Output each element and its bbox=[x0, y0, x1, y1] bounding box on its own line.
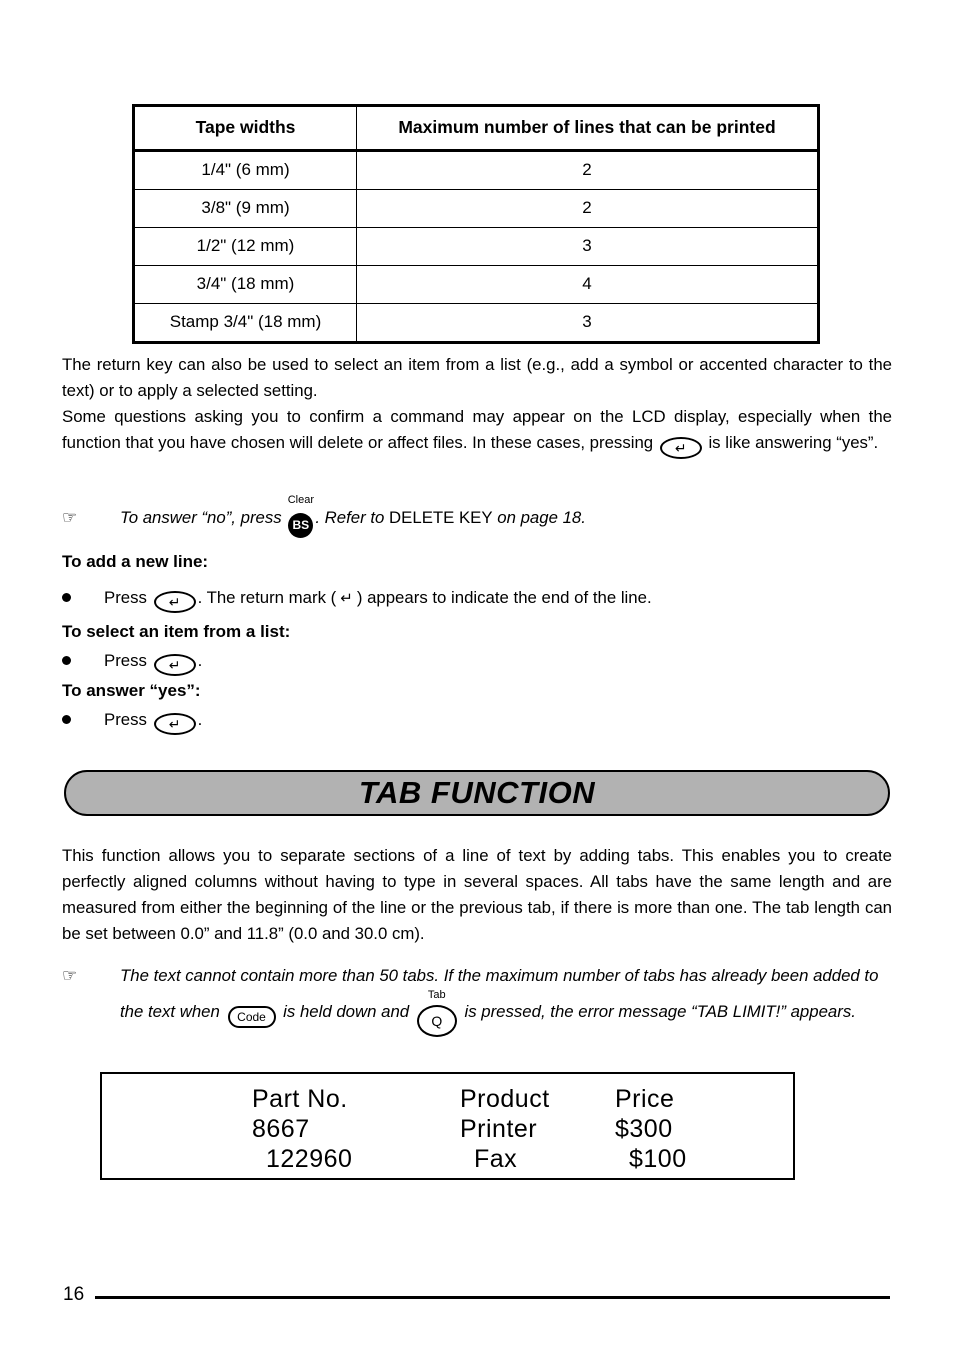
example-cell-product: Fax bbox=[474, 1145, 518, 1173]
example-cell-part-no: 122960 bbox=[266, 1145, 353, 1173]
example-row: Part No. Product Price bbox=[252, 1084, 687, 1114]
paragraph-return-key-usage: The return key can also be used to selec… bbox=[62, 352, 892, 404]
return-key-icon: ↵ bbox=[153, 591, 196, 613]
cell-max-lines: 2 bbox=[356, 189, 819, 228]
cell-max-lines: 3 bbox=[356, 303, 819, 343]
column-header-tape-widths: Tape widths bbox=[133, 105, 357, 152]
list-item-text: . The return mark ( bbox=[197, 588, 337, 607]
cell-tape-width: 3/8" (9 mm) bbox=[133, 189, 357, 228]
note-text: is pressed, the error message bbox=[464, 1002, 687, 1021]
cell-tape-width: 3/4" (18 mm) bbox=[133, 265, 357, 304]
example-cell-product: Product bbox=[460, 1085, 550, 1113]
banner-title: TAB FUNCTION bbox=[358, 775, 596, 810]
pointing-hand-icon: ☞ bbox=[62, 966, 78, 985]
table-row: 1/2" (12 mm) 3 bbox=[133, 227, 819, 266]
cell-max-lines: 4 bbox=[356, 265, 819, 304]
list-item-period: . bbox=[197, 651, 203, 670]
example-cell-product: Printer bbox=[460, 1115, 538, 1143]
column-header-max-lines: Maximum number of lines that can be prin… bbox=[356, 105, 819, 152]
note-reference-delete-key: DELETE KEY bbox=[389, 508, 493, 527]
example-cell-part-no: 8667 bbox=[252, 1115, 310, 1143]
paragraph-tab-function-description: This function allows you to separate sec… bbox=[62, 843, 892, 947]
bullet-dot-icon bbox=[62, 656, 71, 665]
example-row: 8667 Printer $300 bbox=[252, 1114, 687, 1144]
return-key-icon: ↵ bbox=[153, 654, 196, 676]
tape-width-table: Tape widths Maximum number of lines that… bbox=[132, 104, 820, 344]
table-row: Stamp 3/4" (18 mm) 3 bbox=[133, 303, 819, 343]
list-item-label: Press bbox=[104, 651, 147, 670]
footer-divider bbox=[95, 1296, 890, 1299]
list-item-select-item: Press ↵. bbox=[62, 651, 202, 676]
example-cell-price: $100 bbox=[629, 1145, 687, 1173]
cell-tape-width: Stamp 3/4" (18 mm) bbox=[133, 303, 357, 343]
backspace-key-label: BS bbox=[292, 518, 310, 532]
note-text: . Refer to bbox=[315, 508, 385, 527]
pointing-hand-icon: ☞ bbox=[62, 508, 78, 527]
list-item-period: . bbox=[197, 710, 203, 729]
backspace-key-icon: Clear BS bbox=[288, 494, 314, 538]
return-key-glyph: ↵ bbox=[168, 657, 181, 673]
note-text-tail: “TAB LIMIT!” appears. bbox=[691, 1002, 856, 1021]
return-mark-icon: ↵ bbox=[340, 590, 353, 607]
example-cell-price: $300 bbox=[615, 1115, 673, 1143]
table-row: 1/4" (6 mm) 2 bbox=[133, 150, 819, 190]
return-key-icon: ↵ bbox=[153, 713, 196, 735]
q-key-label: Q bbox=[431, 1013, 443, 1029]
heading-select-item-from-list: To select an item from a list: bbox=[62, 622, 291, 641]
bullet-dot-icon bbox=[62, 715, 71, 724]
q-tab-key-icon: Tab Q bbox=[416, 989, 457, 1037]
tab-example-grid: Part No. Product Price 8667 Printer $300 122… bbox=[252, 1084, 687, 1174]
list-item-answer-yes: Press ↵. bbox=[62, 710, 202, 735]
table-row: 3/4" (18 mm) 4 bbox=[133, 265, 819, 304]
return-key-glyph: ↵ bbox=[168, 716, 181, 732]
list-item-label: Press bbox=[104, 710, 147, 729]
q-key-cap-label: Tab bbox=[427, 989, 446, 1001]
list-item-label: Press bbox=[104, 588, 147, 607]
example-cell-price: Price bbox=[615, 1085, 675, 1113]
return-key-icon: ↵ bbox=[659, 437, 702, 459]
note-body: The text cannot contain more than 50 tab… bbox=[120, 958, 897, 1037]
note-body: To answer “no”, press Clear BS. Refer to … bbox=[120, 494, 897, 538]
table-row: 3/8" (9 mm) 2 bbox=[133, 189, 819, 228]
cell-tape-width: 1/2" (12 mm) bbox=[133, 227, 357, 266]
example-cell-part-no: Part No. bbox=[252, 1085, 348, 1113]
paragraph-text-tail: is like answering “yes”. bbox=[708, 433, 879, 452]
cell-tape-width: 1/4" (6 mm) bbox=[133, 150, 357, 190]
tape-width-table-container: Tape widths Maximum number of lines that… bbox=[132, 104, 820, 344]
list-item-add-new-line: Press ↵. The return mark (↵) appears to … bbox=[62, 588, 652, 613]
backspace-key-cap-label: Clear bbox=[287, 494, 314, 506]
cell-max-lines: 3 bbox=[356, 227, 819, 266]
bullet-dot-icon bbox=[62, 593, 71, 602]
section-banner-tab-function: TAB FUNCTION bbox=[64, 770, 890, 816]
code-key-label: Code bbox=[237, 1010, 266, 1024]
paragraph-text: The return key can also be used to selec… bbox=[62, 355, 892, 400]
example-row: 122960 Fax $100 bbox=[252, 1144, 687, 1174]
heading-answer-yes: To answer “yes”: bbox=[62, 681, 201, 700]
note-text: To answer “no”, press bbox=[120, 508, 282, 527]
note-answer-no: ☞ To answer “no”, press Clear BS . Refer t… bbox=[62, 494, 897, 538]
note-text: on page 18. bbox=[497, 508, 586, 527]
paragraph-confirm-command: Some questions asking you to confirm a c… bbox=[62, 404, 892, 459]
cell-max-lines: 2 bbox=[356, 150, 819, 190]
return-key-glyph: ↵ bbox=[674, 440, 687, 456]
heading-add-new-line: To add a new line: bbox=[62, 552, 209, 571]
table-header-row: Tape widths Maximum number of lines that… bbox=[133, 105, 819, 152]
tab-example-box: Part No. Product Price 8667 Printer $300 122… bbox=[100, 1072, 795, 1180]
code-key-icon: Code bbox=[227, 1006, 276, 1028]
page-number: 16 bbox=[63, 1284, 85, 1305]
note-text: is held down and bbox=[283, 1002, 410, 1021]
return-key-glyph: ↵ bbox=[168, 594, 181, 610]
note-tab-limit: ☞ The text cannot contain more than 50 t… bbox=[62, 958, 897, 1037]
paragraph-text: This function allows you to separate sec… bbox=[62, 846, 892, 943]
list-item-text-tail: ) appears to indicate the end of the lin… bbox=[356, 588, 652, 607]
